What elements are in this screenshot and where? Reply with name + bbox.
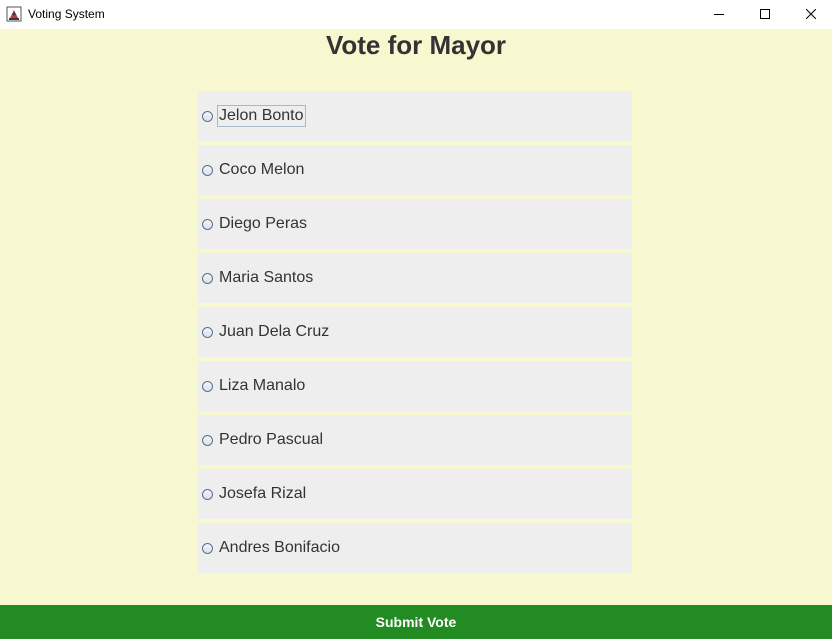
candidate-label[interactable]: Pedro Pascual [217, 429, 325, 451]
minimize-icon[interactable] [696, 0, 742, 28]
window-controls [696, 0, 834, 28]
candidate-option[interactable]: Maria Santos [198, 253, 632, 303]
page-title: Vote for Mayor [325, 30, 507, 60]
candidate-option[interactable]: Juan Dela Cruz [198, 307, 632, 357]
title-bar[interactable]: Voting System [0, 0, 834, 28]
candidate-label[interactable]: Coco Melon [217, 159, 306, 181]
candidate-option[interactable]: Liza Manalo [198, 361, 632, 411]
candidate-label[interactable]: Andres Bonifacio [217, 537, 342, 559]
radio-button[interactable] [202, 434, 213, 446]
radio-button[interactable] [202, 164, 213, 176]
candidate-option[interactable]: Josefa Rizal [198, 469, 632, 519]
radio-button[interactable] [202, 110, 213, 122]
candidate-option[interactable]: Coco Melon [198, 145, 632, 195]
radio-button[interactable] [202, 218, 213, 230]
java-app-icon [6, 6, 22, 22]
candidate-label[interactable]: Juan Dela Cruz [217, 321, 331, 343]
submit-vote-button[interactable]: Submit Vote [0, 605, 832, 639]
content-area: Vote for Mayor Jelon Bonto Coco Melon Dieg… [0, 29, 832, 605]
candidate-option[interactable]: Diego Peras [198, 199, 632, 249]
candidate-label[interactable]: Maria Santos [217, 267, 315, 289]
radio-button[interactable] [202, 272, 213, 284]
radio-button[interactable] [202, 488, 213, 500]
radio-button[interactable] [202, 542, 213, 554]
window-title: Voting System [28, 7, 105, 21]
maximize-icon[interactable] [742, 0, 788, 28]
candidate-label[interactable]: Josefa Rizal [217, 483, 308, 505]
candidate-label[interactable]: Diego Peras [217, 213, 309, 235]
radio-button[interactable] [202, 326, 213, 338]
candidate-option[interactable]: Pedro Pascual [198, 415, 632, 465]
close-icon[interactable] [788, 0, 834, 28]
candidate-label[interactable]: Jelon Bonto [217, 105, 306, 127]
candidate-label[interactable]: Liza Manalo [217, 375, 307, 397]
radio-button[interactable] [202, 380, 213, 392]
candidate-option[interactable]: Andres Bonifacio [198, 523, 632, 573]
candidate-list: Jelon Bonto Coco Melon Diego Peras Maria Sa… [198, 91, 632, 577]
app-window: Voting System Vote for Mayor Jelon Bonto… [0, 0, 834, 639]
candidate-option[interactable]: Jelon Bonto [198, 91, 632, 141]
